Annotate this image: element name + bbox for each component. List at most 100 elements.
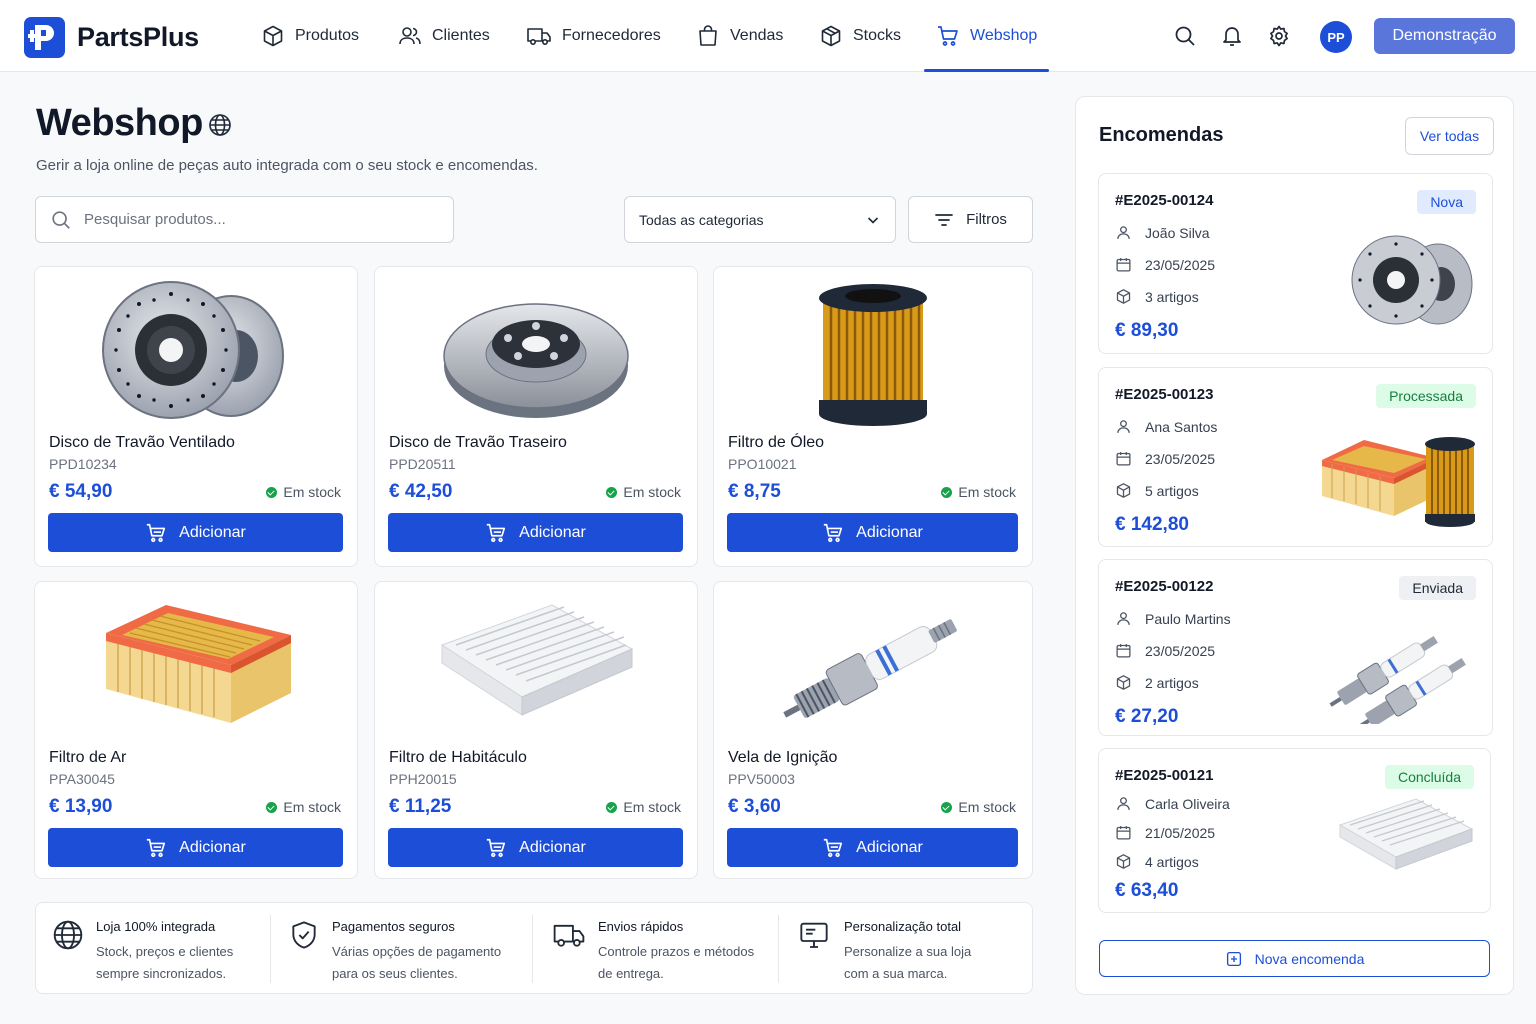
add-to-cart-button[interactable]: Adicionar [388, 513, 683, 552]
nav-vendas[interactable]: Vendas [696, 0, 783, 72]
search-icon[interactable] [1173, 24, 1197, 48]
stock-label: Em stock [958, 484, 1016, 500]
order-items-count: 3 artigos [1145, 288, 1199, 305]
product-search[interactable] [35, 196, 454, 243]
nav-label: Produtos [295, 27, 360, 44]
demo-button[interactable]: Demonstração [1374, 18, 1515, 54]
order-total: € 89,30 [1115, 320, 1179, 341]
filter-lines-icon [935, 213, 953, 226]
product-card: Filtro de Óleo PPO10021 € 8,75 Em stock … [713, 266, 1033, 567]
order-items: 5 artigos [1115, 482, 1199, 499]
cabin-filter-image [1338, 798, 1474, 870]
product-card: Filtro de Ar PPA30045 € 13,90 Em stock A… [34, 581, 358, 879]
new-order-button[interactable]: Nova encomenda [1099, 940, 1490, 977]
user-icon [1117, 797, 1130, 810]
product-price: € 8,75 [728, 481, 781, 502]
stock-status: Em stock [266, 484, 341, 500]
bell-icon[interactable] [1220, 24, 1244, 48]
user-avatar[interactable]: PP [1320, 21, 1352, 53]
order-card[interactable]: #E2025-00121 Concluída Carla Oliveira 21… [1098, 748, 1491, 913]
product-name[interactable]: Filtro de Ar [49, 749, 126, 767]
product-name[interactable]: Vela de Ignição [728, 749, 837, 767]
check-circle-icon [941, 801, 953, 813]
customer-name: Paulo Martins [1145, 610, 1231, 627]
product-price: € 54,90 [49, 481, 113, 502]
add-button-label: Adicionar [856, 523, 923, 541]
air-filter-image [35, 588, 357, 748]
add-to-cart-button[interactable]: Adicionar [727, 828, 1018, 867]
feature-desc-line: sempre sincronizados. [96, 966, 227, 981]
feature-shipping: Envios rápidos Controle prazos e métodos… [552, 903, 782, 995]
order-date: 21/05/2025 [1115, 824, 1215, 841]
view-all-button[interactable]: Ver todas [1405, 117, 1494, 155]
calendar-icon [1116, 452, 1131, 466]
add-to-cart-button[interactable]: Adicionar [727, 513, 1018, 552]
product-code: PPD10234 [49, 456, 117, 472]
top-navbar: PartsPlus Produtos Clientes Fornecedores… [0, 0, 1536, 72]
order-card[interactable]: #E2025-00123 Processada Ana Santos 23/05… [1098, 367, 1493, 547]
add-button-label: Adicionar [519, 523, 586, 541]
order-items-count: 5 artigos [1145, 482, 1199, 499]
nav-stocks[interactable]: Stocks [819, 0, 901, 72]
add-to-cart-button[interactable]: Adicionar [48, 513, 343, 552]
product-name[interactable]: Filtro de Habitáculo [389, 749, 527, 767]
product-price: € 11,25 [389, 796, 452, 817]
filters-button[interactable]: Filtros [908, 196, 1033, 243]
stock-label: Em stock [283, 484, 341, 500]
rear-brake-disc-image [375, 273, 697, 433]
feature-title: Pagamentos seguros [332, 919, 455, 934]
monitor-icon [800, 922, 828, 948]
order-card[interactable]: #E2025-00122 Enviada Paulo Martins 23/05… [1098, 559, 1493, 736]
product-code: PPV50003 [728, 771, 795, 787]
cart-icon [486, 523, 506, 542]
new-order-label: Nova encomenda [1254, 950, 1365, 967]
product-price: € 3,60 [728, 796, 781, 817]
stock-status: Em stock [266, 799, 341, 815]
product-card: Vela de Ignição PPV50003 € 3,60 Em stock… [713, 581, 1033, 879]
nav-produtos[interactable]: Produtos [261, 0, 359, 72]
page-title: Webshop [36, 102, 203, 144]
order-date-value: 23/05/2025 [1145, 256, 1216, 273]
calendar-icon [1116, 826, 1131, 840]
product-name[interactable]: Filtro de Óleo [728, 434, 824, 452]
order-date-value: 23/05/2025 [1145, 450, 1216, 467]
customer-name: João Silva [1145, 224, 1210, 241]
order-customer: Ana Santos [1115, 418, 1217, 435]
feature-title: Loja 100% integrada [96, 919, 216, 934]
feature-desc-line: com a sua marca. [844, 966, 948, 981]
cube-icon [821, 25, 841, 47]
product-name[interactable]: Disco de Travão Ventilado [49, 434, 235, 452]
gear-icon[interactable] [1267, 24, 1291, 48]
order-id: #E2025-00122 [1115, 578, 1214, 595]
order-items-count: 2 artigos [1145, 674, 1199, 691]
add-document-icon [1226, 951, 1241, 966]
check-circle-icon [266, 801, 278, 813]
feature-desc-line: Stock, preços e clientes [96, 944, 234, 959]
feature-description: Controle prazos e métodos de entrega. [598, 941, 788, 985]
brake-discs-image [1351, 235, 1473, 325]
feature-desc-line: Controle prazos e métodos [598, 944, 755, 959]
feature-description: Personalize a sua loja com a sua marca. [844, 941, 1034, 985]
add-to-cart-button[interactable]: Adicionar [388, 828, 683, 867]
cube-icon [1116, 483, 1131, 498]
stock-status: Em stock [606, 799, 681, 815]
user-icon [1117, 420, 1130, 433]
nav-webshop[interactable]: Webshop [923, 0, 1050, 72]
nav-fornecedores[interactable]: Fornecedores [526, 0, 661, 72]
cabin-filter-image [375, 588, 697, 748]
order-card[interactable]: #E2025-00124 Nova João Silva 23/05/2025 … [1098, 173, 1493, 354]
oil-filter-image [714, 273, 1032, 433]
nav-clientes[interactable]: Clientes [398, 0, 490, 72]
add-button-label: Adicionar [179, 523, 246, 541]
shopping-bag-icon [699, 25, 717, 46]
order-items: 2 artigos [1115, 674, 1199, 691]
app-logo[interactable]: PartsPlus [24, 17, 199, 58]
search-input[interactable] [84, 211, 424, 228]
filters-image [1322, 437, 1475, 527]
search-icon [52, 210, 70, 229]
add-to-cart-button[interactable]: Adicionar [48, 828, 343, 867]
category-select[interactable]: Todas as categorias [624, 196, 896, 243]
order-total: € 142,80 [1115, 514, 1189, 535]
product-name[interactable]: Disco de Travão Traseiro [389, 434, 567, 452]
calendar-icon [1116, 258, 1131, 272]
